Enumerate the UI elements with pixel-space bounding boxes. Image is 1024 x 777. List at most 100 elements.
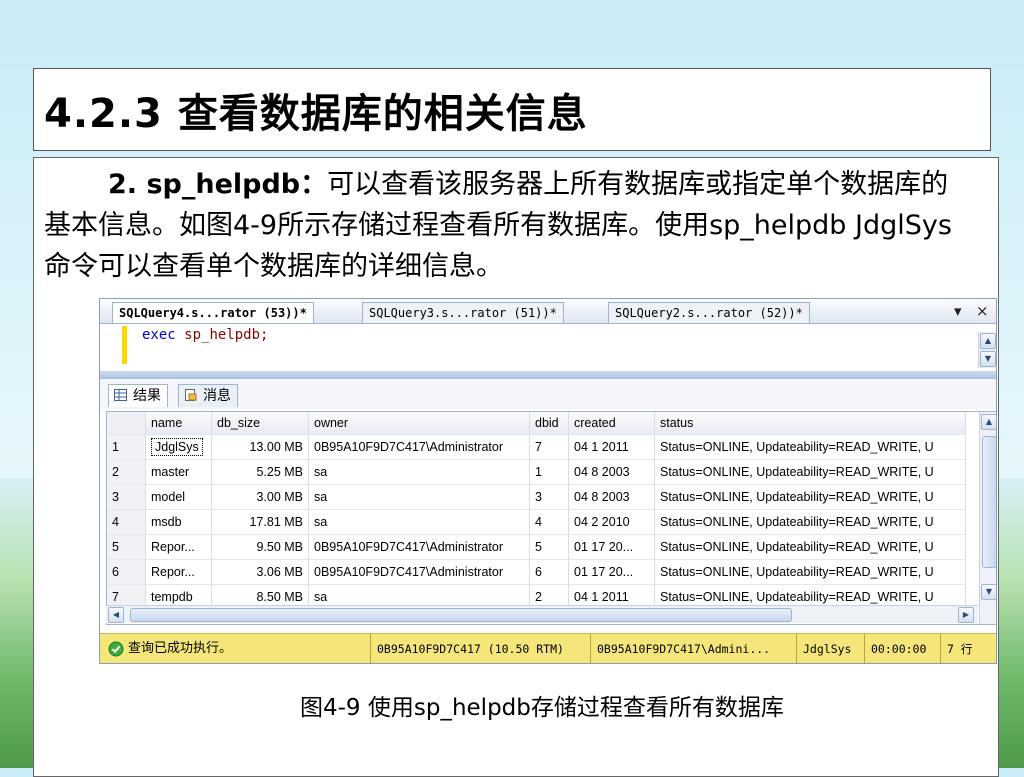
scroll-left-icon[interactable]: ◀ <box>108 607 124 623</box>
column-header[interactable]: dbid <box>529 412 569 435</box>
cell-db_size[interactable]: 9.50 MB <box>211 534 309 560</box>
cell-name[interactable]: model <box>145 484 212 510</box>
cell-dbid[interactable]: 3 <box>529 484 569 510</box>
cell-db_size[interactable]: 17.81 MB <box>211 509 309 535</box>
cell-name[interactable]: Repor... <box>145 534 212 560</box>
ssms-screenshot: SQLQuery4.s...rator (53))* SQLQuery3.s..… <box>99 298 997 664</box>
cell-created[interactable]: 01 17 20... <box>568 534 655 560</box>
change-marker <box>122 326 127 364</box>
tab-results[interactable]: 结果 <box>108 384 168 407</box>
cell-dbid[interactable]: 7 <box>529 434 569 460</box>
status-database: JdglSys <box>796 634 857 663</box>
results-table: name db_size owner dbid created status 1… <box>107 412 966 610</box>
tab-query2[interactable]: SQLQuery2.s...rator (52))* <box>608 302 810 323</box>
status-server: 0B95A10F9D7C417 (10.50 RTM) <box>370 634 570 663</box>
cell-created[interactable]: 01 17 20... <box>568 559 655 585</box>
tab-messages-label: 消息 <box>203 388 231 404</box>
grid-horizontal-scrollbar[interactable]: ◀ ▶ <box>106 605 978 623</box>
tab-query4[interactable]: SQLQuery4.s...rator (53))* <box>112 302 314 323</box>
cell-status[interactable]: Status=ONLINE, Updateability=READ_WRITE,… <box>654 534 966 560</box>
code-keyword: exec <box>142 327 176 343</box>
title-box: 4.2.3 查看数据库的相关信息 <box>33 68 991 151</box>
grid-vertical-scrollbar[interactable]: ▲ ▼ <box>979 412 996 624</box>
tab-messages[interactable]: 消息 <box>178 384 238 407</box>
cell-db_size[interactable]: 3.06 MB <box>211 559 309 585</box>
cell-status[interactable]: Status=ONLINE, Updateability=READ_WRITE,… <box>654 509 966 535</box>
code-line: exec sp_helpdb; <box>142 327 268 343</box>
para-lead: 2. sp_helpdb： <box>108 169 328 200</box>
query-editor[interactable]: exec sp_helpdb; ▲ ▼ <box>100 324 996 372</box>
column-header[interactable]: owner <box>308 412 530 435</box>
status-login: 0B95A10F9D7C417\Admini... <box>590 634 776 663</box>
cell-owner[interactable]: 0B95A10F9D7C417\Administrator <box>308 559 530 585</box>
cell-name[interactable]: JdglSys <box>145 434 212 460</box>
cell-db_size[interactable]: 13.00 MB <box>211 434 309 460</box>
cell-name[interactable]: Repor... <box>145 559 212 585</box>
cell-status[interactable]: Status=ONLINE, Updateability=READ_WRITE,… <box>654 559 966 585</box>
column-header[interactable]: created <box>568 412 655 435</box>
row-number[interactable]: 2 <box>107 459 146 485</box>
table-row[interactable]: 2 master 5.25 MB sa 1 04 8 2003 Status=ONLINE,… <box>107 459 966 485</box>
cell-db_size[interactable]: 5.25 MB <box>211 459 309 485</box>
column-header[interactable]: status <box>654 412 966 435</box>
tab-query3[interactable]: SQLQuery3.s...rator (51))* <box>362 302 564 323</box>
scroll-down-icon[interactable]: ▼ <box>980 351 996 367</box>
status-rows: 7 行 <box>940 634 978 663</box>
row-number[interactable]: 3 <box>107 484 146 510</box>
table-row[interactable]: 1 JdglSys 13.00 MB 0B95A10F9D7C417\Administ… <box>107 434 966 460</box>
cell-status[interactable]: Status=ONLINE, Updateability=READ_WRITE,… <box>654 434 966 460</box>
table-row[interactable]: 3 model 3.00 MB sa 3 04 8 2003 Status=ONLINE, … <box>107 484 966 510</box>
cell-status[interactable]: Status=ONLINE, Updateability=READ_WRITE,… <box>654 484 966 510</box>
status-elapsed: 00:00:00 <box>864 634 932 663</box>
scroll-up-icon[interactable]: ▲ <box>980 333 996 349</box>
header-row: name db_size owner dbid created status <box>107 412 966 435</box>
figure-caption: 图4-9 使用sp_helpdb存储过程查看所有数据库 <box>300 695 784 721</box>
cell-owner[interactable]: sa <box>308 484 530 510</box>
cell-created[interactable]: 04 8 2003 <box>568 459 655 485</box>
scroll-thumb-horizontal[interactable] <box>130 608 792 622</box>
scroll-thumb[interactable] <box>982 436 996 568</box>
cell-name-value: JdglSys <box>151 438 203 456</box>
tab-dropdown-icon[interactable]: ▾ <box>954 302 962 320</box>
cell-created[interactable]: 04 1 2011 <box>568 434 655 460</box>
column-header[interactable]: name <box>145 412 212 435</box>
slide-title: 4.2.3 查看数据库的相关信息 <box>44 91 588 137</box>
column-header[interactable]: db_size <box>211 412 309 435</box>
table-row[interactable]: 4 msdb 17.81 MB sa 4 04 2 2010 Status=ONLINE, … <box>107 509 966 535</box>
grid-icon <box>114 389 127 401</box>
row-number[interactable]: 6 <box>107 559 146 585</box>
row-number[interactable]: 5 <box>107 534 146 560</box>
cell-owner[interactable]: 0B95A10F9D7C417\Administrator <box>308 534 530 560</box>
scroll-right-icon[interactable]: ▶ <box>958 607 974 623</box>
cell-dbid[interactable]: 5 <box>529 534 569 560</box>
cell-created[interactable]: 04 8 2003 <box>568 484 655 510</box>
cell-status[interactable]: Status=ONLINE, Updateability=READ_WRITE,… <box>654 459 966 485</box>
cell-name[interactable]: msdb <box>145 509 212 535</box>
cell-db_size[interactable]: 3.00 MB <box>211 484 309 510</box>
scroll-up-icon[interactable]: ▲ <box>981 414 996 430</box>
close-icon[interactable]: × <box>976 302 989 320</box>
left-grass-decoration <box>0 478 34 768</box>
row-number[interactable]: 1 <box>107 434 146 460</box>
cell-name[interactable]: master <box>145 459 212 485</box>
table-row[interactable]: 5 Repor... 9.50 MB 0B95A10F9D7C417\Administ… <box>107 534 966 560</box>
table-row[interactable]: 6 Repor... 3.06 MB 0B95A10F9D7C417\Administ… <box>107 559 966 585</box>
code-proc: sp_helpdb; <box>184 327 269 343</box>
result-tab-bar: 结果 消息 <box>100 379 996 409</box>
cell-owner[interactable]: 0B95A10F9D7C417\Administrator <box>308 434 530 460</box>
tab-results-label: 结果 <box>133 388 161 404</box>
cell-created[interactable]: 04 2 2010 <box>568 509 655 535</box>
cell-dbid[interactable]: 1 <box>529 459 569 485</box>
results-grid[interactable]: name db_size owner dbid created status 1… <box>106 411 996 625</box>
cell-owner[interactable]: sa <box>308 459 530 485</box>
pane-splitter[interactable] <box>100 371 996 379</box>
row-number[interactable]: 4 <box>107 509 146 535</box>
cell-dbid[interactable]: 4 <box>529 509 569 535</box>
scroll-down-icon[interactable]: ▼ <box>981 584 996 600</box>
body-paragraph: 2. sp_helpdb：可以查看该服务器上所有数据库或指定单个数据库的基本信息… <box>44 164 969 287</box>
cell-owner[interactable]: sa <box>308 509 530 535</box>
editor-scrollbar[interactable]: ▲ ▼ <box>978 332 996 368</box>
cell-dbid[interactable]: 6 <box>529 559 569 585</box>
success-check-icon <box>108 641 124 657</box>
message-icon <box>185 389 197 401</box>
